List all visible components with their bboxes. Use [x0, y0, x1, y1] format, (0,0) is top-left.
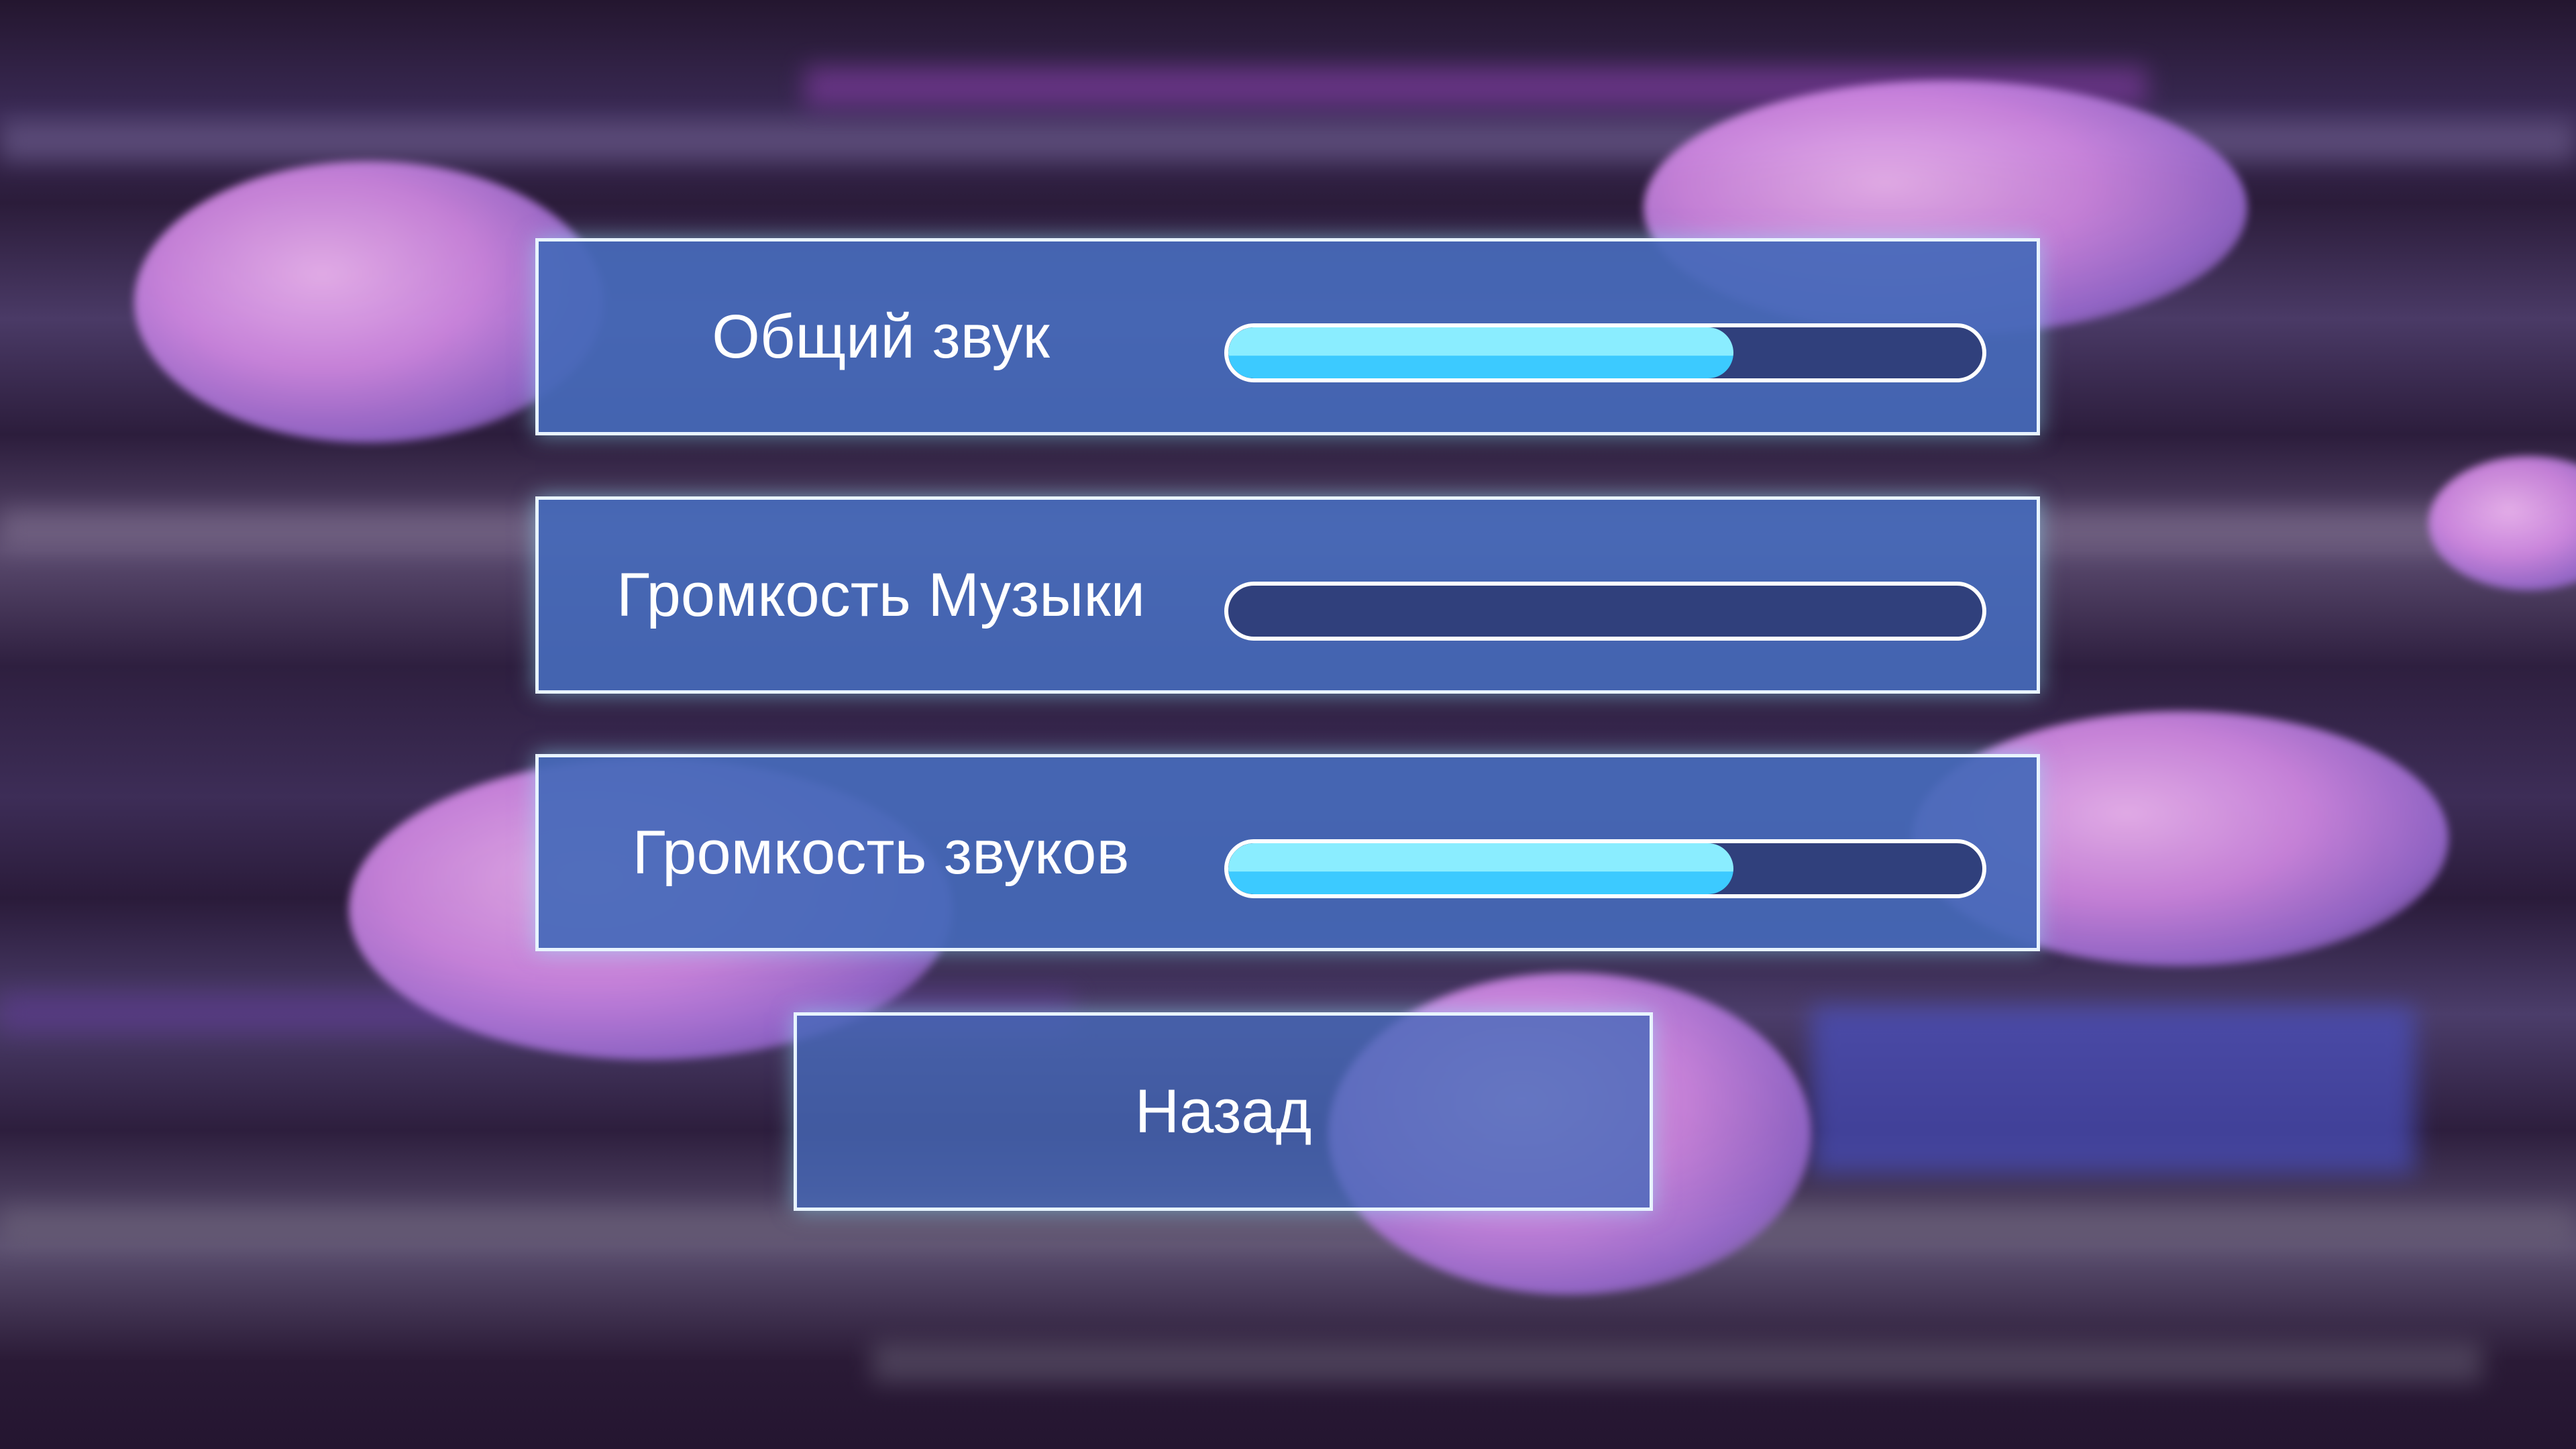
setting-music-volume: Громкость Музыки	[535, 496, 2040, 694]
bg-streak	[1811, 1006, 2415, 1174]
music-volume-slider[interactable]	[1224, 582, 1986, 641]
back-button[interactable]: Назад	[794, 1012, 1653, 1211]
setting-label: Общий звук	[712, 302, 1050, 371]
sfx-volume-slider[interactable]	[1224, 839, 1986, 898]
cloud	[2428, 456, 2576, 590]
setting-master-volume: Общий звук	[535, 238, 2040, 435]
slider-fill	[1228, 843, 1734, 894]
setting-sfx-volume: Громкость звуков	[535, 754, 2040, 951]
bg-streak	[0, 1208, 2576, 1248]
setting-label: Громкость звуков	[632, 818, 1130, 887]
cloud	[134, 161, 604, 443]
slider-fill	[1228, 327, 1734, 378]
master-volume-slider[interactable]	[1224, 323, 1986, 382]
setting-label: Громкость Музыки	[616, 560, 1145, 629]
background	[0, 0, 2576, 1449]
bg-streak	[872, 1342, 2482, 1382]
